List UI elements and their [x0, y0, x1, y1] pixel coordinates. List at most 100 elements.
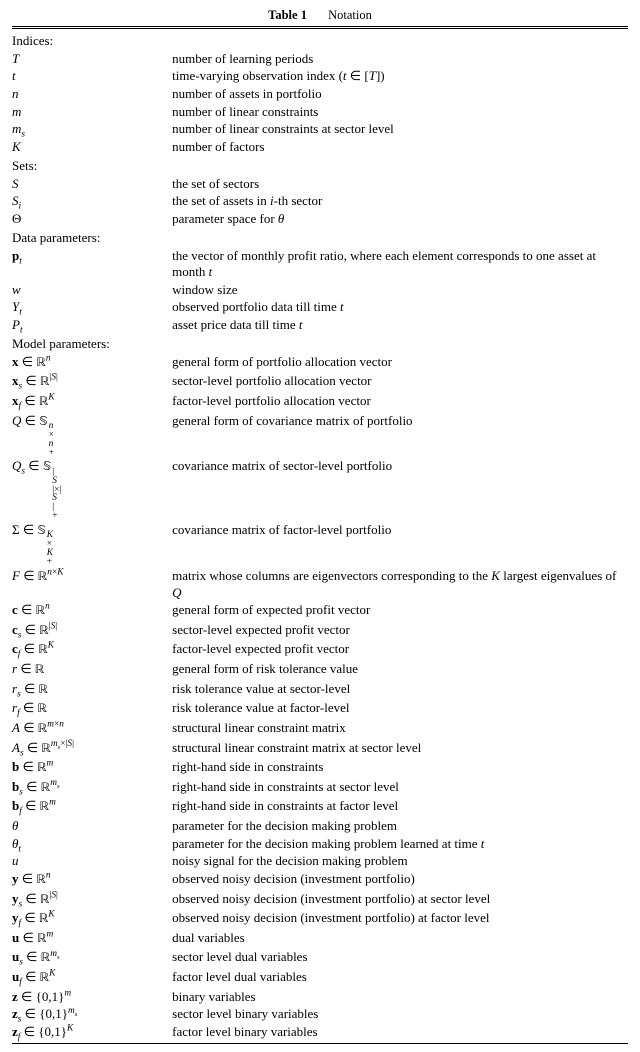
symbol-cell: ys ∈ ℝ|S|	[12, 890, 172, 910]
symbol-cell: uf ∈ ℝK	[12, 969, 172, 989]
desc-cell: noisy signal for the decision making pro…	[172, 853, 628, 871]
table-row: u ∈ ℝmdual variables	[12, 929, 628, 949]
desc-cell: the vector of monthly profit ratio, wher…	[172, 247, 628, 281]
symbol-cell: θt	[12, 835, 172, 853]
table-row: bs ∈ ℝmsright-hand side in constraints a…	[12, 778, 628, 798]
table-row: x ∈ ℝngeneral form of portfolio allocati…	[12, 353, 628, 373]
table-caption: Notation	[328, 8, 372, 22]
desc-cell: matrix whose columns are eigenvectors co…	[172, 567, 628, 601]
symbol-cell: S	[12, 175, 172, 193]
symbol-cell: xf ∈ ℝK	[12, 393, 172, 413]
table-row: ptthe vector of monthly profit ratio, wh…	[12, 247, 628, 281]
table-row: z ∈ {0,1}mbinary variables	[12, 988, 628, 1006]
symbol-cell: ms	[12, 121, 172, 139]
table-row: b ∈ ℝmright-hand side in constraints	[12, 759, 628, 779]
symbol-cell: us ∈ ℝms	[12, 949, 172, 969]
notation-table: Indices: Tnumber of learning periods tti…	[12, 31, 628, 1041]
section-label: Model parameters:	[12, 334, 628, 353]
desc-cell: number of linear constraints at sector l…	[172, 121, 628, 139]
table-row: Knumber of factors	[12, 138, 628, 156]
desc-cell: factor-level portfolio allocation vector	[172, 393, 628, 413]
symbol-cell: Q ∈ 𝕊n×n+	[12, 412, 172, 458]
table-row: zs ∈ {0,1}mssector level binary variable…	[12, 1006, 628, 1024]
section-label: Sets:	[12, 156, 628, 175]
desc-cell: binary variables	[172, 988, 628, 1006]
desc-cell: factor level binary variables	[172, 1023, 628, 1041]
symbol-cell: n	[12, 85, 172, 103]
desc-cell: parameter for the decision making proble…	[172, 818, 628, 836]
symbol-cell: u ∈ ℝm	[12, 929, 172, 949]
section-label: Indices:	[12, 31, 628, 50]
desc-cell: number of learning periods	[172, 50, 628, 68]
table-row: A ∈ ℝm×nstructural linear constraint mat…	[12, 719, 628, 739]
symbol-cell: zs ∈ {0,1}ms	[12, 1006, 172, 1024]
symbol-cell: c ∈ ℝn	[12, 602, 172, 622]
desc-cell: general form of expected profit vector	[172, 602, 628, 622]
table-row: Σ ∈ 𝕊K×K+covariance matrix of factor-lev…	[12, 522, 628, 568]
table-row: mnumber of linear constraints	[12, 103, 628, 121]
table-row: ys ∈ ℝ|S|observed noisy decision (invest…	[12, 890, 628, 910]
desc-cell: number of linear constraints	[172, 103, 628, 121]
table-row: r ∈ ℝgeneral form of risk tolerance valu…	[12, 661, 628, 681]
desc-cell: observed noisy decision (investment port…	[172, 910, 628, 930]
section-modelparams: Model parameters:	[12, 334, 628, 353]
desc-cell: number of assets in portfolio	[172, 85, 628, 103]
symbol-cell: b ∈ ℝm	[12, 759, 172, 779]
table-row: nnumber of assets in portfolio	[12, 85, 628, 103]
table-row: rs ∈ ℝrisk tolerance value at sector-lev…	[12, 680, 628, 700]
symbol-cell: t	[12, 68, 172, 86]
desc-cell: right-hand side in constraints	[172, 759, 628, 779]
symbol-cell: bs ∈ ℝms	[12, 778, 172, 798]
symbol-cell: y ∈ ℝn	[12, 870, 172, 890]
symbol-cell: r ∈ ℝ	[12, 661, 172, 681]
table-row: xs ∈ ℝ|S|sector-level portfolio allocati…	[12, 373, 628, 393]
desc-cell: observed portfolio data till time t	[172, 299, 628, 317]
desc-cell: general form of risk tolerance value	[172, 661, 628, 681]
desc-cell: sector level dual variables	[172, 949, 628, 969]
desc-cell: the set of sectors	[172, 175, 628, 193]
desc-cell: parameter for the decision making proble…	[172, 835, 628, 853]
table-row: yf ∈ ℝKobserved noisy decision (investme…	[12, 910, 628, 930]
symbol-cell: w	[12, 281, 172, 299]
desc-cell: general form of portfolio allocation vec…	[172, 353, 628, 373]
desc-cell: right-hand side in constraints at factor…	[172, 798, 628, 818]
symbol-cell: Θ	[12, 210, 172, 228]
table-row: uf ∈ ℝKfactor level dual variables	[12, 969, 628, 989]
desc-cell: covariance matrix of factor-level portfo…	[172, 522, 628, 568]
desc-cell: sector-level portfolio allocation vector	[172, 373, 628, 393]
symbol-cell: x ∈ ℝn	[12, 353, 172, 373]
table-row: us ∈ ℝmssector level dual variables	[12, 949, 628, 969]
symbol-cell: z ∈ {0,1}m	[12, 988, 172, 1006]
section-sets: Sets:	[12, 156, 628, 175]
desc-cell: sector level binary variables	[172, 1006, 628, 1024]
desc-cell: asset price data till time t	[172, 317, 628, 335]
table-row: xf ∈ ℝKfactor-level portfolio allocation…	[12, 393, 628, 413]
desc-cell: risk tolerance value at factor-level	[172, 700, 628, 720]
table-row: Ptasset price data till time t	[12, 317, 628, 335]
table-row: Q ∈ 𝕊n×n+general form of covariance matr…	[12, 412, 628, 458]
table-row: F ∈ ℝn×Kmatrix whose columns are eigenve…	[12, 567, 628, 601]
table-row: wwindow size	[12, 281, 628, 299]
table-row: ttime-varying observation index (t ∈ [T]…	[12, 68, 628, 86]
table-row: cs ∈ ℝ|S|sector-level expected profit ve…	[12, 621, 628, 641]
rule-top	[12, 26, 628, 29]
desc-cell: sector-level expected profit vector	[172, 621, 628, 641]
symbol-cell: m	[12, 103, 172, 121]
table-row: c ∈ ℝngeneral form of expected profit ve…	[12, 602, 628, 622]
table-title: Table 1 Notation	[12, 8, 628, 26]
table-row: y ∈ ℝnobserved noisy decision (investmen…	[12, 870, 628, 890]
symbol-cell: pt	[12, 247, 172, 281]
symbol-cell: rf ∈ ℝ	[12, 700, 172, 720]
desc-cell: time-varying observation index (t ∈ [T])	[172, 68, 628, 86]
desc-cell: parameter space for θ	[172, 210, 628, 228]
desc-cell: observed noisy decision (investment port…	[172, 890, 628, 910]
section-dataparams: Data parameters:	[12, 228, 628, 247]
table-row: rf ∈ ℝrisk tolerance value at factor-lev…	[12, 700, 628, 720]
symbol-cell: yf ∈ ℝK	[12, 910, 172, 930]
table-row: Sithe set of assets in i-th sector	[12, 193, 628, 211]
desc-cell: covariance matrix of sector-level portfo…	[172, 458, 628, 522]
desc-cell: window size	[172, 281, 628, 299]
symbol-cell: Si	[12, 193, 172, 211]
table-row: θtparameter for the decision making prob…	[12, 835, 628, 853]
symbol-cell: cf ∈ ℝK	[12, 641, 172, 661]
